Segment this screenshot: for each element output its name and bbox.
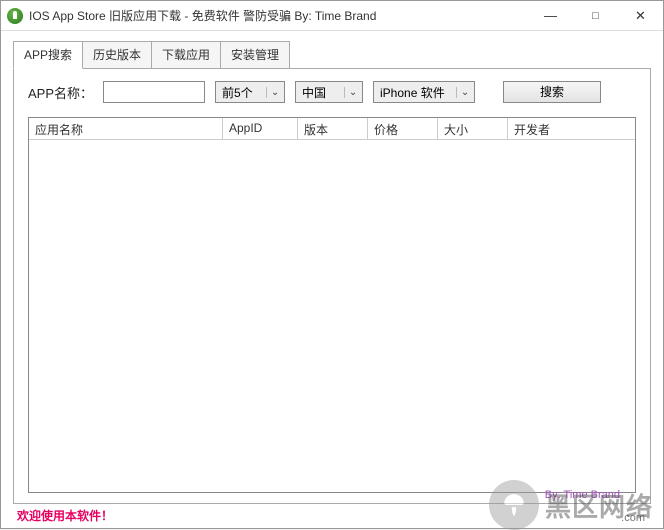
grid-header: 应用名称 AppID 版本 价格 大小 开发者 [29,118,635,140]
minimize-button[interactable]: — [528,1,573,30]
chevron-down-icon: ⌄ [344,87,358,98]
app-window: IOS App Store 旧版应用下载 - 免费软件 警防受骗 By: Tim… [0,0,664,529]
count-combobox[interactable]: 前5个 ⌄ [215,81,285,103]
search-row: APP名称： 前5个 ⌄ 中国 ⌄ iPhone 软件 ⌄ 搜索 [28,81,636,103]
window-controls: — □ ✕ [528,1,663,30]
column-header-name[interactable]: 应用名称 [29,118,223,139]
tab-install[interactable]: 安装管理 [220,41,290,68]
device-combobox[interactable]: iPhone 软件 ⌄ [373,81,475,103]
tab-strip: APP搜索 历史版本 下载应用 安装管理 [13,41,651,68]
app-icon [7,8,23,24]
region-combobox-value: 中国 [302,84,326,101]
device-combobox-value: iPhone 软件 [380,84,445,101]
search-button[interactable]: 搜索 [503,81,601,103]
watermark-sub: .com [621,512,645,524]
close-button[interactable]: ✕ [618,1,663,30]
tab-download[interactable]: 下载应用 [151,41,221,68]
client-area: APP搜索 历史版本 下载应用 安装管理 APP名称： 前5个 ⌄ 中国 ⌄ i… [1,31,663,528]
welcome-text: 欢迎使用本软件！ [17,507,113,524]
results-grid: 应用名称 AppID 版本 价格 大小 开发者 [28,117,636,493]
byline-text: By: Time Brand [545,489,620,501]
titlebar: IOS App Store 旧版应用下载 - 免费软件 警防受骗 By: Tim… [1,1,663,31]
tab-panel-app-search: APP名称： 前5个 ⌄ 中国 ⌄ iPhone 软件 ⌄ 搜索 应用 [13,68,651,504]
count-combobox-value: 前5个 [222,84,253,101]
grid-body [29,140,635,492]
column-header-appid[interactable]: AppID [223,118,298,139]
column-header-developer[interactable]: 开发者 [508,118,635,139]
column-header-size[interactable]: 大小 [438,118,508,139]
column-header-version[interactable]: 版本 [298,118,368,139]
app-name-label: APP名称： [28,83,93,102]
status-bar: 欢迎使用本软件！ [13,504,651,524]
chevron-down-icon: ⌄ [266,87,280,98]
tab-history[interactable]: 历史版本 [82,41,152,68]
tab-app-search[interactable]: APP搜索 [13,41,83,69]
app-name-input[interactable] [103,81,205,103]
region-combobox[interactable]: 中国 ⌄ [295,81,363,103]
window-title: IOS App Store 旧版应用下载 - 免费软件 警防受骗 By: Tim… [29,7,528,24]
chevron-down-icon: ⌄ [456,87,470,98]
column-header-price[interactable]: 价格 [368,118,438,139]
maximize-button[interactable]: □ [573,1,618,30]
